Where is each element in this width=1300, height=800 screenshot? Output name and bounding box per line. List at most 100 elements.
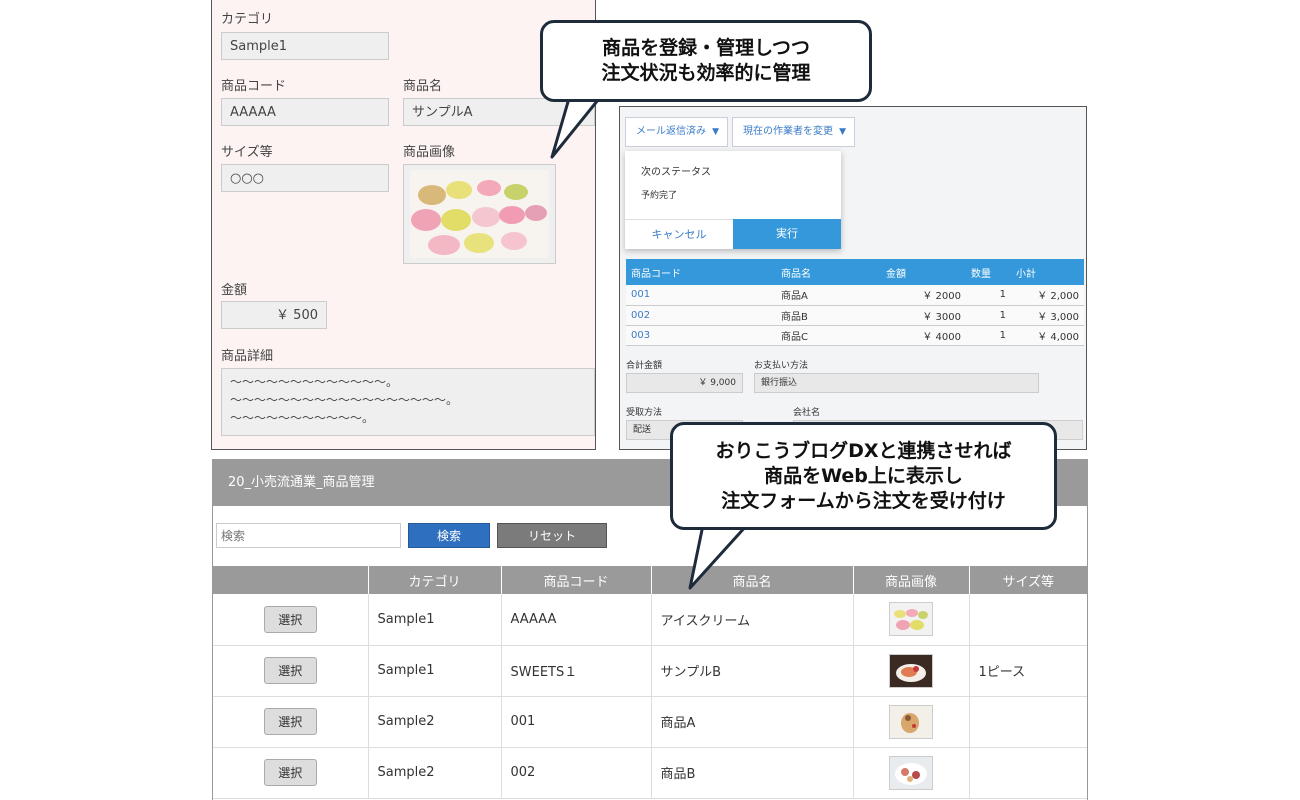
- size-cell: [969, 696, 1087, 748]
- select-button[interactable]: 選択: [263, 708, 317, 735]
- column-header: 商品画像: [853, 566, 970, 594]
- total-amount-label: 合計金額: [626, 361, 663, 371]
- product-name-cell: アイスクリーム: [651, 594, 854, 646]
- chevron-down-icon: ▼: [839, 127, 846, 137]
- status-button[interactable]: メール返信済み ▼: [625, 117, 728, 147]
- search-input[interactable]: [216, 523, 401, 548]
- execute-button[interactable]: 実行: [733, 219, 841, 249]
- status-dropdown: 次のステータス 予約完了 キャンセル 実行: [625, 151, 841, 249]
- product-image-field[interactable]: [403, 164, 556, 264]
- order-qty-cell: 1: [966, 325, 1011, 346]
- chevron-down-icon: ▼: [712, 127, 719, 137]
- select-button[interactable]: 選択: [263, 605, 317, 633]
- column-header: [213, 566, 369, 594]
- category-cell: Sample2: [368, 747, 502, 799]
- callout-tail-top: [550, 95, 606, 159]
- top-callout: 商品を登録・管理しつつ 注文状況も効率的に管理: [540, 20, 872, 102]
- payment-method-field[interactable]: 銀行振込: [754, 373, 1039, 393]
- table-row: 選択 Sample2 001 商品A: [213, 696, 1087, 748]
- table-header-row: カテゴリ 商品コード 商品名 商品画像 サイズ等: [213, 566, 1087, 594]
- category-cell: Sample2: [368, 696, 502, 748]
- receive-method-label: 受取方法: [626, 408, 663, 418]
- product-code-cell: AAAAA: [501, 594, 652, 646]
- size-cell: [969, 594, 1087, 646]
- next-status-label: 次のステータス: [641, 167, 711, 178]
- table-row: 選択 Sample1 SWEETS１ サンプルB 1ピース: [213, 645, 1087, 697]
- callout-line: おりこうブログDXと連携させれば: [715, 439, 1012, 462]
- change-assignee-button[interactable]: 現在の作業者を変更 ▼: [732, 117, 855, 147]
- table-row: 選択 Sample2 002 商品B: [213, 747, 1087, 799]
- product-name-cell: 商品B: [651, 747, 854, 799]
- product-code-cell: 001: [501, 696, 652, 748]
- dessert-thumbnail-image: [889, 704, 933, 739]
- order-items-table: 商品コード 商品名 金額 数量 小計 001 商品A ￥ 2000 1 ￥ 2,…: [626, 259, 1084, 346]
- select-button[interactable]: 選択: [263, 759, 317, 786]
- column-header: サイズ等: [969, 566, 1087, 594]
- table-header-row: 商品コード 商品名 金額 数量 小計: [626, 259, 1084, 285]
- order-management-panel: メール返信済み ▼ 現在の作業者を変更 ▼ 次のステータス 予約完了 キャンセル…: [619, 106, 1087, 450]
- column-header: 小計: [1011, 259, 1084, 285]
- bottom-callout: おりこうブログDXと連携させれば 商品をWeb上に表示し 注文フォームから注文を…: [670, 422, 1057, 530]
- size-field[interactable]: ○○○: [221, 164, 389, 192]
- order-name-cell: 商品C: [776, 325, 881, 346]
- product-code-label: 商品コード: [221, 79, 287, 94]
- order-subtotal-cell: ￥ 2,000: [1011, 285, 1084, 306]
- table-row: 003 商品C ￥ 4000 1 ￥ 4,000: [626, 325, 1084, 346]
- select-button[interactable]: 選択: [263, 657, 317, 684]
- size-label: サイズ等: [221, 145, 273, 160]
- product-code-field[interactable]: AAAAA: [221, 98, 389, 126]
- company-name-label: 会社名: [793, 408, 821, 418]
- callout-line: 注文状況も効率的に管理: [601, 62, 811, 84]
- column-header: 商品コード: [501, 566, 652, 594]
- category-field[interactable]: Sample1: [221, 32, 389, 60]
- order-code-link[interactable]: 001: [626, 285, 776, 306]
- status-button-label: メール返信済み: [636, 126, 706, 137]
- composite-illustration: カテゴリ Sample1 商品コード AAAAA 商品名 サンプルA サイズ等 …: [0, 0, 1300, 800]
- callout-line: 商品をWeb上に表示し: [764, 464, 963, 487]
- column-header: 商品名: [776, 259, 881, 285]
- category-cell: Sample1: [368, 645, 502, 697]
- category-label: カテゴリ: [221, 12, 274, 27]
- callout-tail-bottom: [688, 525, 751, 590]
- payment-method-label: お支払い方法: [754, 361, 809, 371]
- order-qty-cell: 1: [966, 285, 1011, 306]
- size-cell: 1ピース: [969, 645, 1087, 697]
- column-header: 数量: [966, 259, 1011, 285]
- order-qty-cell: 1: [966, 305, 1011, 326]
- column-header: カテゴリ: [368, 566, 502, 594]
- change-assignee-label: 現在の作業者を変更: [743, 126, 833, 137]
- reset-button[interactable]: リセット: [497, 523, 607, 548]
- order-price-cell: ￥ 2000: [881, 285, 966, 306]
- table-row: 選択 Sample1 AAAAA アイスクリーム: [213, 594, 1087, 646]
- product-name-label: 商品名: [403, 79, 443, 94]
- product-detail-label: 商品詳細: [221, 349, 274, 364]
- callout-line: 注文フォームから注文を受け付け: [721, 489, 1006, 512]
- order-name-cell: 商品B: [776, 305, 881, 326]
- order-code-link[interactable]: 002: [626, 305, 776, 326]
- order-price-cell: ￥ 4000: [881, 325, 966, 346]
- product-name-cell: サンプルB: [651, 645, 854, 697]
- product-table: カテゴリ 商品コード 商品名 商品画像 サイズ等 選択 Sample1 AAAA…: [213, 566, 1087, 799]
- order-subtotal-cell: ￥ 4,000: [1011, 325, 1084, 346]
- product-detail-field[interactable]: 〜〜〜〜〜〜〜〜〜〜〜〜〜。 〜〜〜〜〜〜〜〜〜〜〜〜〜〜〜〜〜〜。 〜〜〜〜〜…: [221, 368, 595, 436]
- category-cell: Sample1: [368, 594, 502, 646]
- pastry-thumbnail-image: [889, 755, 933, 790]
- macaron-photo-image: [410, 170, 549, 258]
- product-form-panel: カテゴリ Sample1 商品コード AAAAA 商品名 サンプルA サイズ等 …: [211, 0, 596, 450]
- size-cell: [969, 747, 1087, 799]
- product-name-cell: 商品A: [651, 696, 854, 748]
- order-subtotal-cell: ￥ 3,000: [1011, 305, 1084, 326]
- callout-line: 商品を登録・管理しつつ: [602, 37, 810, 59]
- price-label: 金額: [221, 283, 248, 298]
- search-button[interactable]: 検索: [408, 523, 490, 548]
- next-status-option[interactable]: 予約完了: [641, 188, 677, 201]
- order-code-link[interactable]: 003: [626, 325, 776, 346]
- table-row: 001 商品A ￥ 2000 1 ￥ 2,000: [626, 285, 1084, 306]
- product-code-cell: 002: [501, 747, 652, 799]
- total-amount-field[interactable]: ￥ 9,000: [626, 373, 743, 393]
- cancel-button[interactable]: キャンセル: [625, 219, 733, 249]
- product-code-cell: SWEETS１: [501, 645, 652, 697]
- price-field[interactable]: ￥ 500: [221, 301, 327, 329]
- column-header: 金額: [881, 259, 966, 285]
- cake-thumbnail-image: [889, 653, 933, 688]
